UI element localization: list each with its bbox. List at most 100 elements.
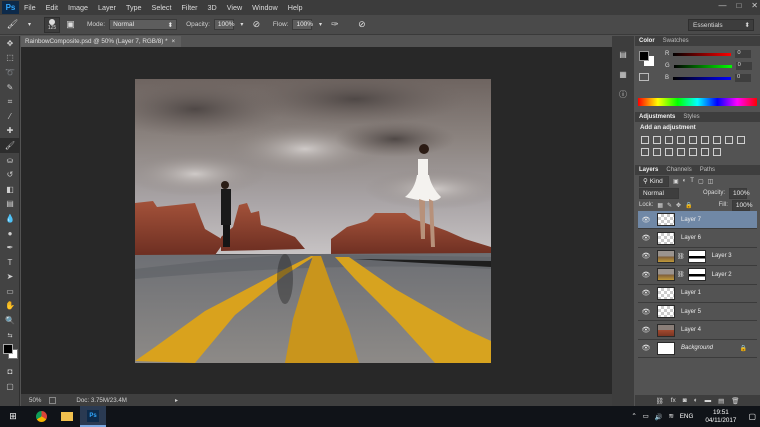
tab-paths[interactable]: Paths bbox=[700, 167, 715, 173]
status-menu-arrow-icon[interactable]: ▸ bbox=[175, 397, 178, 404]
brush-tool-icon[interactable]: 🖌 bbox=[6, 18, 19, 31]
curves-icon[interactable] bbox=[665, 136, 673, 144]
workspace-select[interactable]: Essentials ⬍ bbox=[688, 19, 754, 31]
zoom-tool-icon[interactable]: 🔍 bbox=[0, 313, 20, 328]
lasso-tool-icon[interactable]: ➰ bbox=[0, 65, 20, 80]
lock-position-icon[interactable]: ✥ bbox=[676, 202, 681, 209]
tab-swatches[interactable]: Swatches bbox=[663, 38, 689, 44]
hand-tool-icon[interactable]: ✋ bbox=[0, 299, 20, 314]
vibrance-icon[interactable] bbox=[689, 136, 697, 144]
new-group-icon[interactable]: ▬ bbox=[705, 397, 712, 404]
eraser-tool-icon[interactable]: ◧ bbox=[0, 182, 20, 197]
layer-name[interactable]: Layer 5 bbox=[681, 309, 701, 315]
screen-mode-icon[interactable]: ▢ bbox=[0, 379, 20, 394]
eye-icon[interactable]: 👁 bbox=[638, 308, 654, 316]
menu-type[interactable]: Type bbox=[121, 3, 147, 12]
new-adjustment-layer-icon[interactable]: ◐ bbox=[694, 397, 698, 404]
chevron-down-icon[interactable]: ▾ bbox=[23, 18, 36, 31]
type-tool-icon[interactable]: T bbox=[0, 255, 20, 270]
color-slider-b[interactable]: B 0 bbox=[635, 72, 760, 84]
eye-icon[interactable]: 👁 bbox=[638, 289, 654, 297]
layer-name[interactable]: Layer 2 bbox=[712, 272, 732, 278]
windows-start-icon[interactable]: ⊞ bbox=[0, 406, 26, 427]
add-mask-icon[interactable]: ◙ bbox=[683, 397, 687, 404]
menu-edit[interactable]: Edit bbox=[41, 3, 63, 12]
layer-mask-thumbnail[interactable] bbox=[687, 268, 706, 282]
eye-icon[interactable]: 👁 bbox=[638, 216, 654, 224]
opacity-input[interactable]: 100% bbox=[213, 19, 235, 30]
quick-mask-icon[interactable]: ◘ bbox=[0, 364, 20, 379]
language-indicator[interactable]: ENG bbox=[680, 413, 694, 420]
mode-select[interactable]: Normal ⬍ bbox=[109, 19, 178, 30]
tab-channels[interactable]: Channels bbox=[666, 167, 691, 173]
red-value[interactable]: 0 bbox=[735, 50, 752, 58]
eye-icon[interactable]: 👁 bbox=[638, 271, 654, 279]
close-icon[interactable]: × bbox=[172, 38, 176, 45]
zoom-level[interactable]: 50% bbox=[29, 397, 41, 404]
color-swatches[interactable] bbox=[0, 342, 19, 364]
history-brush-tool-icon[interactable]: ↺ bbox=[0, 167, 20, 182]
tab-adjustments[interactable]: Adjustments bbox=[639, 114, 675, 120]
move-tool-icon[interactable]: ✥ bbox=[0, 36, 20, 51]
healing-brush-tool-icon[interactable]: ✚ bbox=[0, 124, 20, 139]
file-explorer-icon[interactable] bbox=[54, 406, 80, 427]
gradient-map-icon[interactable] bbox=[713, 148, 721, 156]
layer-name[interactable]: Layer 4 bbox=[681, 327, 701, 333]
layer-row-layer-5[interactable]: 👁 Layer 5 bbox=[638, 302, 757, 322]
gradient-tool-icon[interactable]: ▤ bbox=[0, 197, 20, 212]
eye-icon[interactable]: 👁 bbox=[638, 344, 654, 352]
properties-panel-icon[interactable]: ▦ bbox=[612, 64, 634, 84]
lock-pixels-icon[interactable]: ✎ bbox=[667, 202, 672, 209]
tab-styles[interactable]: Styles bbox=[683, 114, 699, 120]
layer-name[interactable]: Layer 7 bbox=[681, 217, 701, 223]
menu-3d[interactable]: 3D bbox=[203, 3, 222, 12]
photo-filter-icon[interactable] bbox=[737, 136, 745, 144]
menu-help[interactable]: Help bbox=[283, 3, 308, 12]
trash-icon[interactable]: 🗑 bbox=[731, 397, 739, 405]
clock[interactable]: 19:51 04/11/2017 bbox=[705, 409, 736, 425]
airbrush-icon[interactable]: ✑ bbox=[328, 18, 341, 31]
layer-name[interactable]: Layer 3 bbox=[712, 253, 732, 259]
invert-icon[interactable] bbox=[665, 148, 673, 156]
menu-window[interactable]: Window bbox=[247, 3, 283, 12]
network-icon[interactable]: ▭ bbox=[643, 413, 649, 420]
quick-select-tool-icon[interactable]: ✎ bbox=[0, 80, 20, 95]
chevron-down-icon[interactable]: ▾ bbox=[316, 18, 324, 31]
volume-icon[interactable]: 🔊 bbox=[655, 413, 663, 421]
notifications-icon[interactable]: ▢ bbox=[748, 412, 756, 421]
filter-smart-object-icon[interactable]: ◫ bbox=[708, 178, 714, 185]
layer-row-layer-2[interactable]: 👁 ⛓ Layer 2 bbox=[638, 266, 757, 285]
eyedropper-tool-icon[interactable]: ⁄ bbox=[0, 109, 20, 124]
black-white-icon[interactable] bbox=[725, 136, 733, 144]
levels-icon[interactable] bbox=[653, 136, 661, 144]
lock-all-icon[interactable]: 🔒 bbox=[685, 202, 692, 209]
green-value[interactable]: 0 bbox=[735, 62, 752, 70]
red-slider-track[interactable] bbox=[673, 52, 732, 56]
layer-row-background[interactable]: 👁 Background 🔒 bbox=[638, 339, 757, 359]
layer-row-layer-4[interactable]: 👁 Layer 4 bbox=[638, 321, 757, 340]
info-panel-icon[interactable]: ⓘ bbox=[612, 84, 634, 104]
menu-filter[interactable]: Filter bbox=[177, 3, 203, 12]
lock-transparent-icon[interactable]: ▦ bbox=[657, 202, 663, 209]
pressure-size-icon[interactable]: ⊘ bbox=[355, 18, 368, 31]
menu-select[interactable]: Select bbox=[147, 3, 177, 12]
photoshop-taskbar-icon[interactable]: Ps bbox=[80, 406, 106, 427]
crop-tool-icon[interactable]: ⌗ bbox=[0, 94, 20, 109]
channel-mixer-icon[interactable] bbox=[641, 148, 649, 156]
menu-image[interactable]: Image bbox=[63, 3, 93, 12]
tab-layers[interactable]: Layers bbox=[639, 167, 658, 173]
layer-row-layer-6[interactable]: 👁 Layer 6 bbox=[638, 229, 757, 248]
layer-style-icon[interactable]: fx bbox=[671, 397, 676, 404]
chevron-up-icon[interactable]: ⌃ bbox=[631, 413, 636, 420]
layer-name[interactable]: Background bbox=[681, 345, 713, 351]
link-layers-icon[interactable]: ⛓ bbox=[655, 397, 663, 405]
menu-view[interactable]: View bbox=[222, 3, 247, 12]
exposure-icon[interactable] bbox=[677, 136, 685, 144]
wifi-icon[interactable]: ≋ bbox=[668, 413, 673, 420]
history-panel-icon[interactable]: ▤ bbox=[612, 44, 634, 64]
color-lookup-icon[interactable] bbox=[653, 148, 661, 156]
layer-row-layer-7[interactable]: 👁 Layer 7 bbox=[638, 211, 757, 230]
green-slider-track[interactable] bbox=[673, 64, 732, 68]
eye-icon[interactable]: 👁 bbox=[638, 234, 654, 242]
color-slider-g[interactable]: G 0 bbox=[635, 60, 760, 72]
